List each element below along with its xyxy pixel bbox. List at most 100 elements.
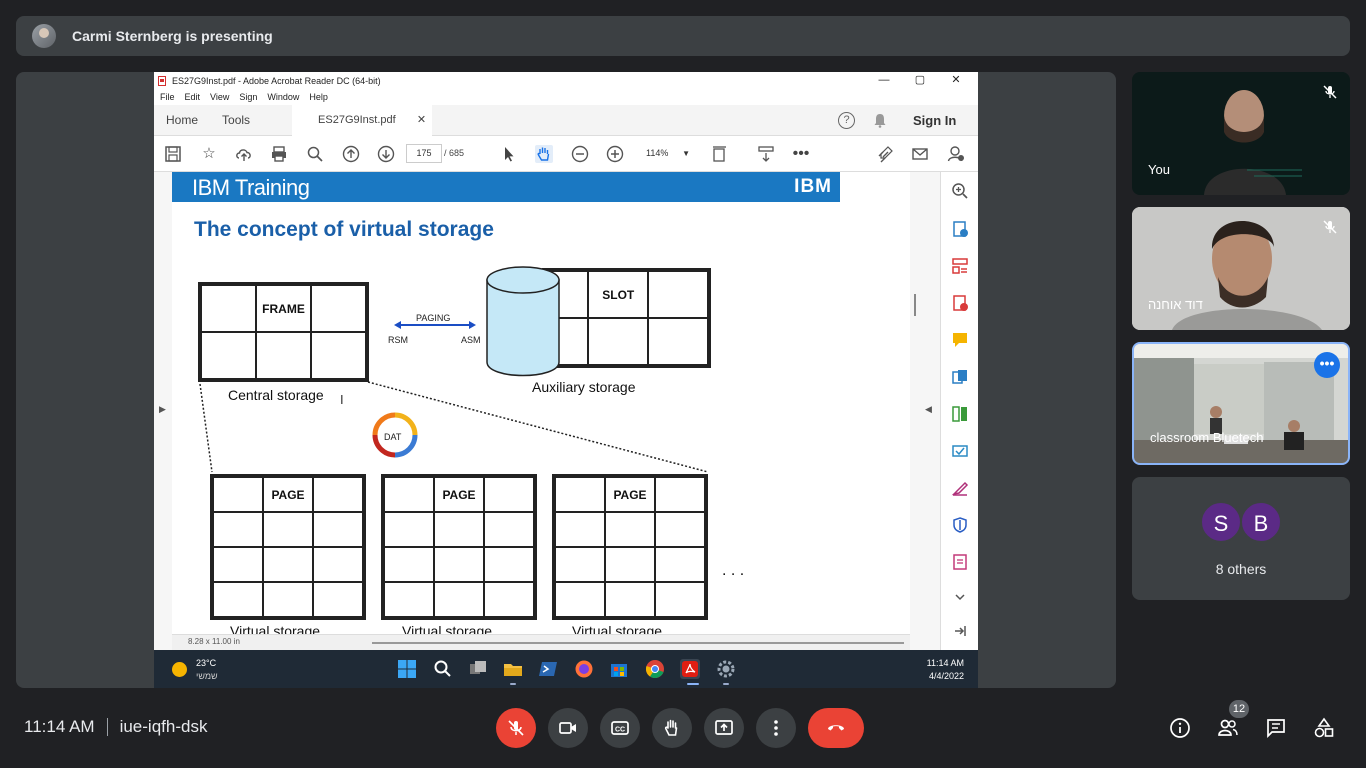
more-tools-icon[interactable]: ••• (792, 145, 810, 163)
export-pdf-icon[interactable] (951, 220, 969, 238)
more-options-button[interactable] (756, 708, 796, 748)
microphone-toggle-button[interactable] (496, 708, 536, 748)
send-for-review-icon[interactable] (951, 442, 969, 460)
chevron-down-icon[interactable] (951, 588, 969, 606)
acrobat-taskbar-icon[interactable] (680, 659, 700, 679)
participant-tile-you[interactable]: You (1132, 72, 1350, 195)
bell-icon[interactable] (873, 113, 887, 128)
cloud-upload-icon[interactable] (235, 145, 253, 163)
tab-document[interactable]: ES27G9Inst.pdf ✕ (292, 104, 433, 136)
page-fit-icon[interactable] (711, 145, 729, 163)
tab-home[interactable]: Home (154, 105, 210, 136)
vertical-scroll-thumb[interactable] (914, 294, 916, 316)
comment-icon[interactable] (951, 331, 969, 349)
next-page-icon[interactable] (377, 145, 395, 163)
participant-tile-david[interactable]: דוד אוחנה (1132, 207, 1350, 330)
chrome-icon[interactable] (645, 659, 665, 679)
close-icon[interactable]: ✕ (938, 72, 974, 89)
maximize-icon[interactable]: ▢ (902, 72, 938, 89)
page-number-input[interactable]: 175 (406, 144, 442, 163)
compress-pdf-icon[interactable] (951, 405, 969, 423)
activities-button[interactable] (1312, 716, 1336, 740)
menu-sign[interactable]: Sign (239, 92, 257, 102)
zoom-in-icon[interactable] (606, 145, 624, 163)
sign-in-button[interactable]: Sign In (913, 105, 956, 136)
meeting-time: 11:14 AM (24, 717, 95, 736)
phone-hangup-icon (828, 725, 844, 731)
meeting-code: iue-iqfh-dsk (119, 717, 208, 736)
raise-hand-button[interactable] (652, 708, 692, 748)
create-pdf-icon[interactable] (951, 294, 969, 312)
save-icon[interactable] (164, 145, 182, 163)
horizontal-scrollbar[interactable]: 8.28 x 11.00 in (172, 634, 910, 650)
edit-pdf-icon[interactable] (951, 553, 969, 571)
organize-pages-icon[interactable] (951, 257, 969, 275)
firefox-icon[interactable] (574, 659, 594, 679)
left-panel-toggle[interactable]: ▶ (154, 172, 172, 650)
leave-call-button[interactable] (808, 708, 864, 748)
camera-icon (559, 722, 576, 734)
collapse-right-icon[interactable] (951, 622, 969, 640)
task-view-icon[interactable] (468, 659, 488, 679)
weather-icon[interactable] (172, 662, 187, 677)
store-icon[interactable] (609, 659, 629, 679)
grid-cell (656, 478, 704, 511)
chat-button[interactable] (1264, 716, 1288, 740)
pdf-page: IBM Training IBM The concept of virtual … (172, 172, 910, 650)
meeting-details-button[interactable] (1168, 716, 1192, 740)
mic-off-icon (1323, 220, 1337, 234)
zoom-out-icon[interactable] (571, 145, 589, 163)
acrobat-toolbar: ☆ 175 / 685 114% ▼ ••• (154, 136, 978, 172)
zoom-in-panel-icon[interactable] (951, 182, 969, 200)
combine-files-icon[interactable] (951, 368, 969, 386)
help-icon[interactable]: ? (838, 112, 855, 129)
captions-button[interactable]: CC (600, 708, 640, 748)
collapse-panel-icon[interactable]: ◀ (925, 404, 932, 415)
protect-icon[interactable] (951, 516, 969, 534)
info-icon (1170, 718, 1190, 738)
hand-tool-icon[interactable] (535, 145, 553, 163)
windows-start-icon[interactable] (397, 659, 417, 679)
zoom-select[interactable]: 114% ▼ (636, 144, 690, 163)
file-explorer-icon[interactable] (503, 659, 523, 679)
horizontal-scroll-thumb[interactable] (372, 642, 904, 644)
presenter-avatar (32, 24, 56, 48)
print-icon[interactable] (270, 145, 288, 163)
expand-left-icon[interactable]: ▶ (159, 404, 166, 415)
close-tab-icon[interactable]: ✕ (417, 113, 426, 126)
menu-window[interactable]: Window (267, 92, 299, 102)
menu-edit[interactable]: Edit (185, 92, 201, 102)
taskbar-clock[interactable]: 11:14 AM 4/4/2022 (927, 657, 964, 683)
search-icon[interactable] (433, 659, 453, 679)
zoom-search-icon[interactable] (306, 145, 324, 163)
menu-file[interactable]: File (160, 92, 175, 102)
menu-help[interactable]: Help (309, 92, 328, 102)
more-options-button[interactable]: ••• (1314, 352, 1340, 378)
svg-text:CC: CC (615, 727, 625, 734)
virtual-storage-grid-1: PAGE (210, 474, 366, 620)
grid-cell (656, 548, 704, 581)
powershell-icon[interactable] (538, 659, 558, 679)
grid-cell (385, 513, 433, 546)
fill-sign-icon[interactable] (951, 479, 969, 497)
tab-tools[interactable]: Tools (210, 105, 262, 136)
link-edit-icon[interactable] (876, 145, 894, 163)
select-cursor-icon[interactable] (500, 145, 518, 163)
prev-page-icon[interactable] (342, 145, 360, 163)
tools-panel (940, 172, 978, 650)
menu-view[interactable]: View (210, 92, 229, 102)
add-user-icon[interactable] (947, 145, 965, 163)
scroll-mode-icon[interactable] (757, 145, 775, 163)
settings-icon[interactable] (716, 659, 736, 679)
minimize-icon[interactable]: — (866, 72, 902, 89)
people-icon (1218, 719, 1238, 736)
camera-toggle-button[interactable] (548, 708, 588, 748)
vertical-scrollbar[interactable]: ◀ (910, 172, 940, 650)
mic-off-icon (508, 720, 524, 736)
present-screen-button[interactable] (704, 708, 744, 748)
email-icon[interactable] (911, 145, 929, 163)
star-icon[interactable]: ☆ (200, 145, 218, 163)
participant-tile-classroom[interactable]: ••• classroom Bluetech (1132, 342, 1350, 465)
people-button[interactable] (1216, 716, 1240, 740)
participant-tile-others[interactable]: S B 8 others (1132, 477, 1350, 600)
